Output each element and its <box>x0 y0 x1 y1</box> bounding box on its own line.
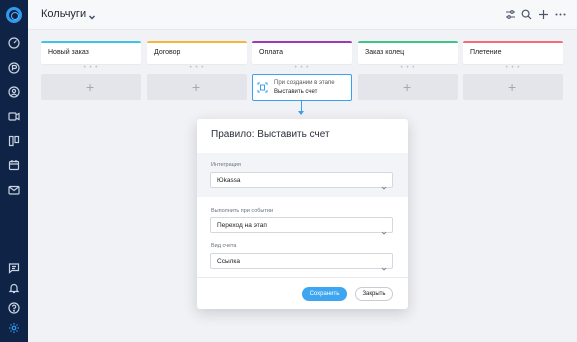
chat-icon[interactable] <box>8 262 20 274</box>
stage-label: Новый заказ <box>48 49 89 56</box>
dashboard-icon[interactable] <box>8 37 20 49</box>
rule-card[interactable]: При создании в этапе Выставить счет <box>252 74 352 101</box>
search-icon[interactable] <box>521 9 532 20</box>
plus-icon: + <box>86 79 95 95</box>
stage-column[interactable]: Оплата <box>252 41 352 64</box>
stage-label: Договор <box>154 49 181 56</box>
add-rule-button[interactable]: + <box>147 74 247 100</box>
stage-color-bar <box>147 41 247 43</box>
rule-trigger-text: При создании в этапе <box>274 80 335 86</box>
settings-icon[interactable] <box>8 322 20 334</box>
app-logo[interactable] <box>6 7 22 23</box>
sidebar <box>0 0 28 342</box>
invoice-type-value: Ссылка <box>217 258 241 265</box>
drag-handle[interactable]: • • • <box>252 65 352 71</box>
more-icon[interactable] <box>555 9 566 20</box>
help-icon[interactable] <box>8 302 20 314</box>
chevron-down-icon <box>381 178 387 190</box>
stage-label: Плетение <box>470 49 502 56</box>
plus-icon: + <box>192 79 201 95</box>
stage-column[interactable]: Договор <box>147 41 247 64</box>
kanban-icon[interactable] <box>8 135 20 147</box>
plus-icon: + <box>403 79 412 95</box>
modal-title: Правило: Выставить счет <box>211 129 330 140</box>
mail-icon[interactable] <box>8 184 20 196</box>
stage-color-bar <box>252 41 352 43</box>
deals-icon[interactable] <box>8 110 20 122</box>
event-value: Переход на этап <box>217 222 267 229</box>
add-rule-button[interactable]: + <box>463 74 563 100</box>
add-rule-button[interactable]: + <box>358 74 458 100</box>
integration-value: Юkassa <box>217 177 241 184</box>
chevron-down-icon[interactable] <box>87 9 97 20</box>
drag-handle[interactable]: • • • <box>358 65 458 71</box>
add-rule-button[interactable]: + <box>41 74 141 100</box>
page-title[interactable]: Кольчуги <box>41 8 86 20</box>
plus-icon: + <box>508 79 517 95</box>
bell-icon[interactable] <box>8 282 20 294</box>
invoice-type-label: Вид счета <box>211 243 237 249</box>
stage-column[interactable]: Новый заказ <box>41 41 141 64</box>
calendar-icon[interactable] <box>8 159 20 171</box>
rule-action-text: Выставить счет <box>274 89 318 95</box>
integration-section: Интеграция Юkassa <box>197 153 408 197</box>
stage-column[interactable]: Заказ колец <box>358 41 458 64</box>
stage-label: Заказ колец <box>365 49 405 56</box>
stage-color-bar <box>358 41 458 43</box>
event-label: Выполнить при событии <box>211 208 274 214</box>
drag-handle[interactable]: • • • <box>41 65 141 71</box>
integration-label: Интеграция <box>211 162 241 168</box>
filter-icon[interactable] <box>505 9 516 20</box>
drag-handle[interactable]: • • • <box>463 65 563 71</box>
save-button[interactable]: Сохранить <box>302 287 347 301</box>
invoice-rule-icon <box>257 80 268 93</box>
close-button[interactable]: Закрыть <box>355 287 393 301</box>
top-bar: Кольчуги <box>28 0 577 30</box>
invoice-type-select[interactable]: Ссылка <box>210 253 393 271</box>
chevron-down-icon <box>381 259 387 271</box>
stage-color-bar <box>463 41 563 43</box>
integration-select[interactable]: Юkassa <box>210 172 393 190</box>
add-icon[interactable] <box>538 9 549 20</box>
stage-color-bar <box>41 41 141 43</box>
drag-handle[interactable]: • • • <box>147 65 247 71</box>
stage-label: Оплата <box>259 49 284 56</box>
contacts-icon[interactable] <box>8 86 20 98</box>
chevron-down-icon <box>381 223 387 235</box>
stage-column[interactable]: Плетение <box>463 41 563 64</box>
rule-modal: Правило: Выставить счет Интеграция Юkass… <box>197 119 408 309</box>
divider <box>197 277 408 278</box>
finance-icon[interactable] <box>8 62 20 74</box>
event-select[interactable]: Переход на этап <box>210 217 393 235</box>
arrow-down-icon <box>298 111 304 115</box>
